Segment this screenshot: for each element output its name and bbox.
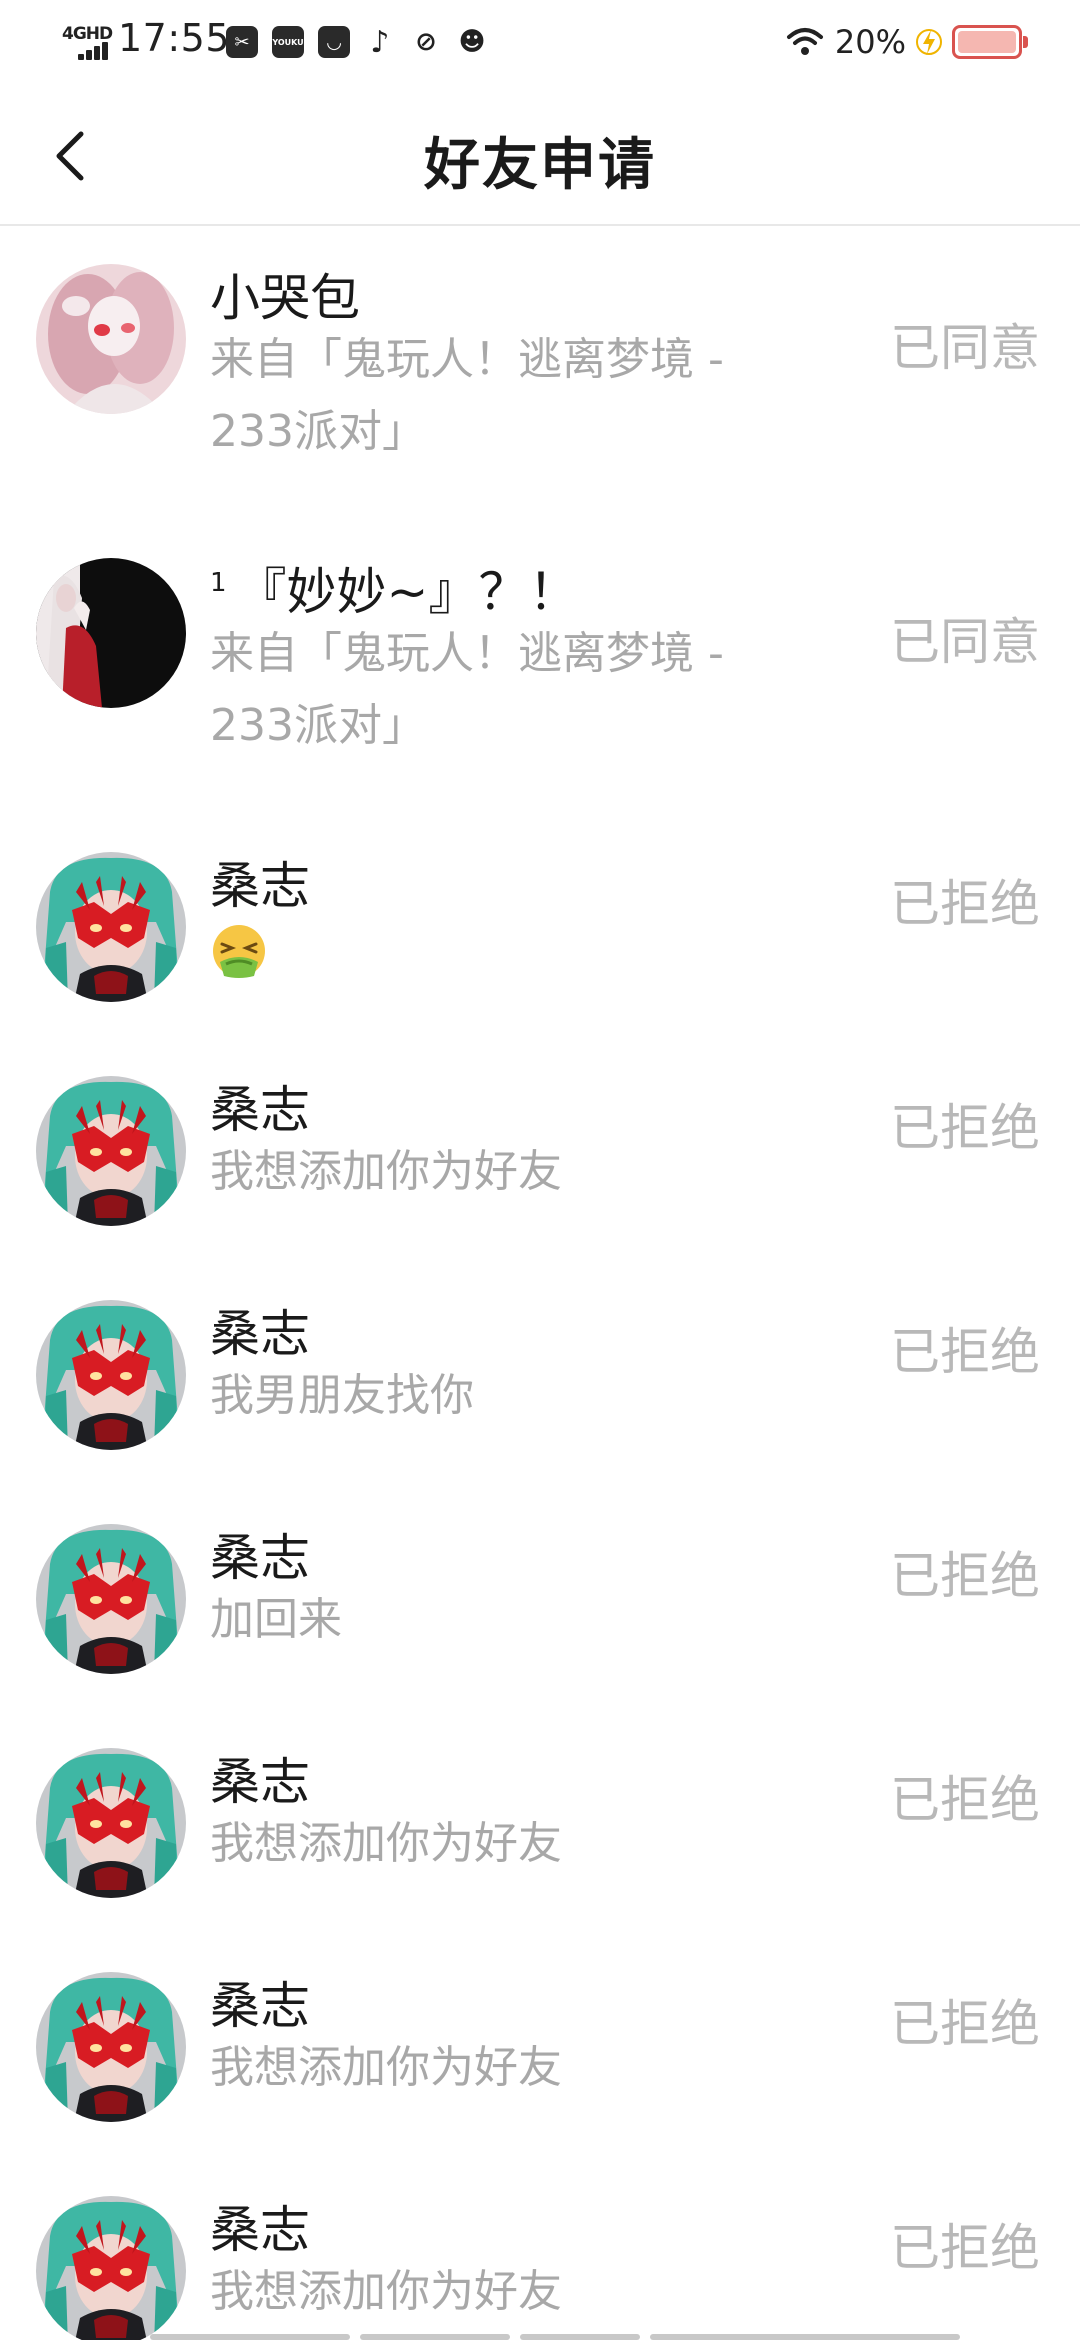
requester-name: 桑志 [210,1070,310,1142]
red-mask-avatar[interactable] [36,1300,186,1450]
requester-name-text: 『妙妙~』？！ [236,563,579,621]
network-type: 4GHD [62,24,113,44]
friend-request-item[interactable]: 桑志加回来 已拒绝 [0,1488,1080,1712]
request-status: 已拒绝 [890,1323,1040,1381]
request-message: 我想添加你为好友 [210,2042,562,2093]
youku-app-icon: YOUKU [272,26,304,58]
request-message: 我想添加你为好友 [210,2266,562,2317]
requester-name: 桑志 [210,846,310,918]
scroll-indicator [150,2334,960,2340]
red-mask-avatar[interactable] [36,1076,186,1226]
request-message: 来自「鬼玩人！逃离梦境 - 233派对」 [210,334,724,457]
friend-request-list: 小哭包 来自「鬼玩人！逃离梦境 - 233派对」 已同意 1 『妙妙~』？！ 来自「鬼玩… [0,228,1080,2340]
friend-request-item[interactable]: 桑志 已拒绝 [0,816,1080,1040]
friend-request-item[interactable]: 桑志我想添加你为好友 已拒绝 [0,1712,1080,1936]
cellular-signal-icon: 4GHD [62,24,113,60]
requester-name: 1 『妙妙~』？！ [210,552,578,624]
request-message: 来自「鬼玩人！逃离梦境 - 233派对」 [210,628,724,751]
leaf-app-icon: ⊘ [415,27,437,57]
requester-name: 桑志 [210,1742,310,1814]
scissors-app-icon: ✂ [226,26,258,58]
request-status: 已拒绝 [890,1099,1040,1157]
request-status: 已同意 [890,319,1040,377]
nauseated-face-emoji [210,922,268,980]
bag-app-icon: ◡ [318,26,350,58]
request-message [210,912,810,1002]
request-message: 我想添加你为好友 [210,1146,562,1197]
request-status: 已拒绝 [890,1547,1040,1605]
request-status: 已拒绝 [890,875,1040,933]
requester-name: 小哭包 [210,258,360,330]
requester-name: 桑志 [210,2190,310,2262]
requester-name-text: 桑志 [210,1753,310,1811]
header: 好友申请 [0,84,1080,226]
request-message: 我男朋友找你 [210,1370,474,1421]
friend-request-item[interactable]: 小哭包来自「鬼玩人！逃离梦境 - 233派对」 已同意 [0,228,1080,522]
notification-icons: ✂ YOUKU ◡ ♪ ⊘ ☻ [226,22,488,62]
friend-request-item[interactable]: 桑志我男朋友找你 已拒绝 [0,1264,1080,1488]
tiktok-app-icon: ♪ [370,24,390,60]
charging-bolt-icon [916,29,942,55]
request-status: 已拒绝 [890,1995,1040,2053]
friend-request-item[interactable]: 桑志我想添加你为好友 已拒绝 [0,1936,1080,2160]
clock: 17:55 [118,16,231,60]
requester-name-text: 桑志 [210,1305,310,1363]
requester-name: 桑志 [210,1966,310,2038]
pink-girl-avatar[interactable] [36,264,186,414]
red-mask-avatar[interactable] [36,1524,186,1674]
requester-name: 桑志 [210,1294,310,1366]
red-mask-avatar[interactable] [36,852,186,1002]
name-prefix: 1 [210,568,227,599]
request-message: 我想添加你为好友 [210,1818,562,1869]
red-mask-avatar[interactable] [36,1748,186,1898]
request-status: 已同意 [890,613,1040,671]
friend-request-item[interactable]: 桑志我想添加你为好友 已拒绝 [0,1040,1080,1264]
request-status: 已拒绝 [890,2219,1040,2277]
battery-percent: 20% [834,23,906,61]
requester-name-text: 桑志 [210,857,310,915]
requester-name-text: 桑志 [210,2201,310,2259]
cat-app-icon: ☻ [458,27,486,57]
requester-name-text: 桑志 [210,1081,310,1139]
status-bar: 4GHD 17:55 ✂ YOUKU ◡ ♪ ⊘ ☻ 20% [0,0,1080,84]
requester-name: 桑志 [210,1518,310,1590]
requester-name-text: 桑志 [210,1977,310,2035]
wifi-icon [786,28,823,55]
friend-request-item[interactable]: 1 『妙妙~』？！ 来自「鬼玩人！逃离梦境 - 233派对」 已同意 [0,522,1080,816]
red-mask-avatar[interactable] [36,2196,186,2340]
requester-name-text: 桑志 [210,1529,310,1587]
dark-hair-avatar[interactable] [36,558,186,708]
red-mask-avatar[interactable] [36,1972,186,2122]
request-message: 加回来 [210,1594,342,1645]
friend-request-item[interactable]: 桑志我想添加你为好友 已拒绝 [0,2160,1080,2340]
battery-icon [952,25,1028,59]
request-status: 已拒绝 [890,1771,1040,1829]
requester-name-text: 小哭包 [210,269,360,327]
page-title: 好友申请 [424,133,656,198]
